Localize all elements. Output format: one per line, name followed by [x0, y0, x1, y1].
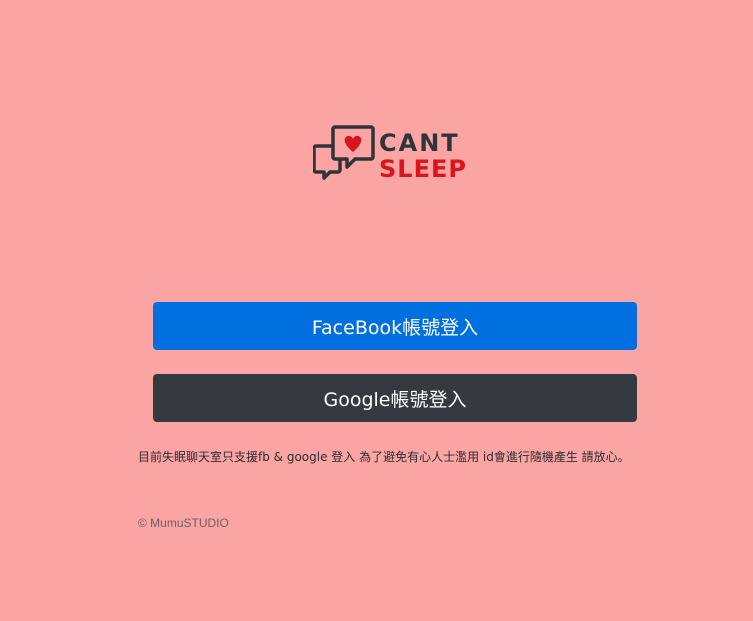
logo-text-sleep: SLEEP — [379, 155, 467, 183]
login-notice: 目前失眠聊天室只支援fb & google 登入 為了避免有心人士濫用 id會進… — [138, 450, 630, 464]
google-login-button[interactable]: Google帳號登入 — [153, 374, 637, 422]
login-page: CANT SLEEP FaceBook帳號登入 Google帳號登入 目前失眠聊… — [0, 0, 753, 621]
facebook-login-button[interactable]: FaceBook帳號登入 — [153, 302, 637, 350]
logo-text-cant: CANT — [379, 129, 460, 157]
chat-bubbles-heart-icon — [313, 125, 375, 180]
footer-copyright: © MumuSTUDIO — [138, 516, 229, 530]
cant-sleep-logo: CANT SLEEP — [313, 122, 483, 186]
logo-text: CANT SLEEP — [379, 130, 467, 182]
